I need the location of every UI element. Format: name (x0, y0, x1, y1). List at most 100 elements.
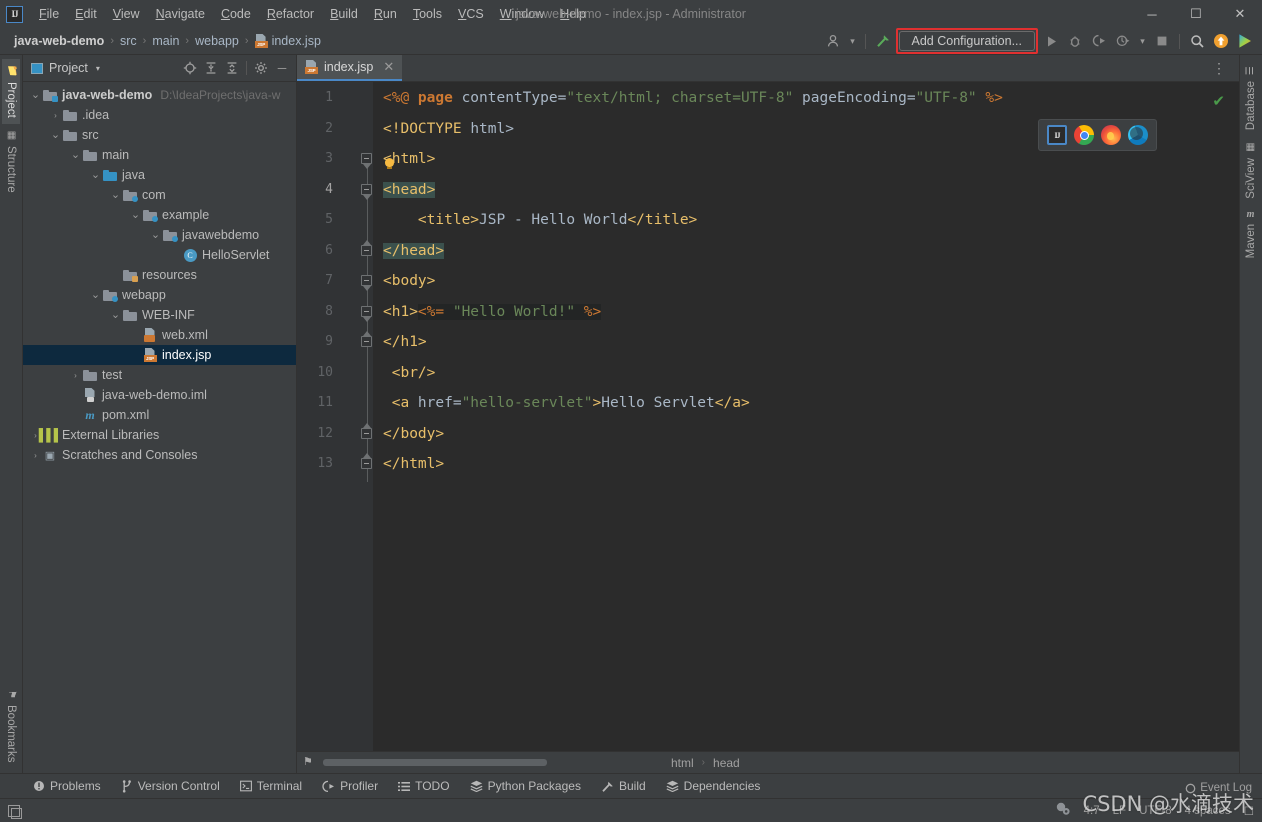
tree-node-main[interactable]: ⌄ main (23, 145, 296, 165)
layout-toggle-icon[interactable] (8, 804, 22, 819)
tree-node-test[interactable]: › test (23, 365, 296, 385)
fold-marker-line-9[interactable] (361, 331, 372, 347)
profile-dropdown-icon[interactable]: ▾ (1136, 30, 1149, 52)
menu-item-build[interactable]: Build (322, 3, 366, 25)
tree-node-resources[interactable]: resources (23, 265, 296, 285)
settings-gear-icon[interactable] (251, 58, 271, 78)
intention-bulb-icon[interactable] (383, 158, 396, 171)
close-button[interactable]: ✕ (1218, 0, 1262, 28)
run-button[interactable] (1040, 30, 1062, 52)
fold-marker-line-7[interactable] (361, 275, 372, 291)
code-content[interactable]: <%@ page contentType="text/html; charset… (373, 82, 1225, 751)
horizontal-scrollbar[interactable] (323, 759, 547, 766)
read-only-toggle-icon[interactable]: ☐ (1244, 804, 1254, 818)
sidebar-tab-bookmarks[interactable]: ⚑ Bookmarks (2, 683, 20, 769)
breadcrumb-item-webapp[interactable]: webapp (191, 32, 243, 50)
sidebar-tab-maven[interactable]: Maven m (1242, 205, 1260, 264)
editor-tab-index-jsp[interactable]: index.jsp ✕ (297, 55, 403, 81)
profile-button[interactable] (1112, 30, 1134, 52)
tree-expand-arrow[interactable]: ⌄ (29, 90, 42, 101)
menu-item-code[interactable]: Code (213, 3, 259, 25)
tree-node-java-web-demo[interactable]: ⌄ java-web-demo D:\IdeaProjects\java-w (23, 85, 296, 105)
bottom-tab-python-packages[interactable]: Python Packages (461, 776, 590, 796)
firefox-browser-icon[interactable] (1101, 125, 1121, 145)
menu-item-file[interactable]: File (31, 3, 67, 25)
tree-node-example[interactable]: ⌄ example (23, 205, 296, 225)
menu-item-edit[interactable]: Edit (67, 3, 105, 25)
editor-breadcrumb-html[interactable]: html (667, 755, 698, 771)
menu-item-window[interactable]: Window (492, 3, 552, 25)
ij-run-icon[interactable] (1234, 30, 1256, 52)
tree-expand-arrow[interactable]: ⌄ (89, 290, 102, 301)
bottom-tab-todo[interactable]: TODO (389, 776, 458, 796)
tree-node-com[interactable]: ⌄ com (23, 185, 296, 205)
edge-browser-icon[interactable] (1128, 125, 1148, 145)
bottom-tab-version-control[interactable]: Version Control (112, 776, 229, 796)
tree-node-src[interactable]: ⌄ src (23, 125, 296, 145)
add-configuration-button[interactable]: Add Configuration... (898, 31, 1035, 51)
menu-item-vcs[interactable]: VCS (450, 3, 492, 25)
fold-marker-line-8[interactable] (361, 305, 372, 322)
sidebar-tab-database[interactable]: Database ☰ (1242, 59, 1260, 136)
tree-node-index-jsp[interactable]: index.jsp (23, 345, 296, 365)
fold-marker-line-13[interactable] (361, 453, 372, 469)
tree-node-helloservlet[interactable]: C HelloServlet (23, 245, 296, 265)
locate-icon[interactable] (180, 58, 200, 78)
bottom-tab-terminal[interactable]: Terminal (231, 776, 311, 796)
intellij-browser-icon[interactable]: IJ (1047, 125, 1067, 145)
maximize-button[interactable]: ☐ (1174, 0, 1218, 28)
tree-expand-arrow[interactable]: ⌄ (109, 190, 122, 201)
tree-expand-arrow[interactable]: ⌄ (109, 310, 122, 321)
sidebar-tab-structure[interactable]: ▦ Structure (2, 124, 20, 199)
breadcrumb-item-main[interactable]: main (148, 32, 183, 50)
tree-expand-arrow[interactable]: ⌄ (69, 150, 82, 161)
tree-node-scratches-and-consoles[interactable]: › ▣ Scratches and Consoles (23, 445, 296, 465)
close-icon[interactable]: ✕ (383, 59, 394, 75)
fold-marker-line-12[interactable] (361, 422, 372, 439)
tree-expand-arrow[interactable]: › (49, 111, 62, 120)
tree-node-javawebdemo[interactable]: ⌄ javawebdemo (23, 225, 296, 245)
tree-node-web-xml[interactable]: web.xml (23, 325, 296, 345)
chrome-browser-icon[interactable] (1074, 125, 1094, 145)
editor-breadcrumb-head[interactable]: head (709, 755, 744, 771)
bottom-tab-dependencies[interactable]: Dependencies (657, 776, 770, 796)
bottom-tab-build[interactable]: Build (592, 776, 655, 796)
breadcrumb-item-src[interactable]: src (116, 32, 141, 50)
tree-node-java-web-demo-iml[interactable]: java-web-demo.iml (23, 385, 296, 405)
tree-node-pom-xml[interactable]: m pom.xml (23, 405, 296, 425)
chevron-down-icon[interactable]: ▾ (96, 64, 100, 73)
event-log-button[interactable]: Event Log (1185, 782, 1252, 794)
caret-position[interactable]: 4:7 (1084, 805, 1100, 817)
build-hammer-icon[interactable] (872, 30, 894, 52)
fold-marker-line-6[interactable] (361, 239, 372, 256)
sidebar-tab-sciview[interactable]: SciView ▦ (1242, 136, 1260, 205)
editor-gutter[interactable]: 1 2 3 4 5 6 7 8 9 10 11 12 13 (297, 82, 373, 751)
debug-button[interactable] (1064, 30, 1086, 52)
user-dropdown-icon[interactable]: ▾ (847, 30, 859, 52)
tree-expand-arrow[interactable]: ⌄ (89, 170, 102, 181)
fold-marker-line-4[interactable] (361, 183, 372, 200)
search-everywhere-icon[interactable] (1186, 30, 1208, 52)
hide-panel-icon[interactable]: ─ (272, 58, 292, 78)
menu-item-view[interactable]: View (105, 3, 148, 25)
menu-item-help[interactable]: Help (552, 3, 594, 25)
menu-item-refactor[interactable]: Refactor (259, 3, 322, 25)
line-separator[interactable]: LF (1113, 805, 1126, 817)
bottom-tab-profiler[interactable]: Profiler (313, 776, 387, 796)
tree-node-webapp[interactable]: ⌄ webapp (23, 285, 296, 305)
menu-item-navigate[interactable]: Navigate (148, 3, 213, 25)
breadcrumb-item-java-web-demo[interactable]: java-web-demo (10, 32, 108, 50)
expand-all-icon[interactable] (201, 58, 221, 78)
bottom-tab-problems[interactable]: Problems (24, 776, 110, 796)
tree-expand-arrow[interactable]: ⌄ (149, 230, 162, 241)
editor-options-icon[interactable]: ⋮ (1206, 60, 1233, 77)
editor-scrollbar[interactable] (1225, 82, 1239, 751)
fold-marker-line-3[interactable] (361, 153, 372, 169)
tree-expand-arrow[interactable]: › (69, 371, 82, 380)
run-with-coverage-button[interactable] (1088, 30, 1110, 52)
menu-item-run[interactable]: Run (366, 3, 405, 25)
tree-expand-arrow[interactable]: › (29, 451, 42, 460)
notification-icon[interactable] (1055, 801, 1071, 821)
sidebar-tab-project[interactable]: 📁 Project (2, 59, 20, 125)
breadcrumb-item-index-jsp[interactable]: index.jsp (251, 32, 325, 50)
